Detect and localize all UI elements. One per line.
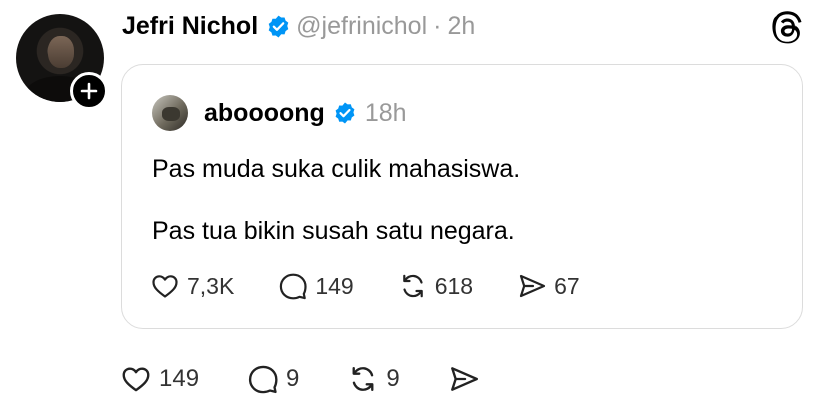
quoted-author-avatar[interactable]: [152, 95, 188, 131]
repost-icon: [402, 274, 423, 298]
quoted-like-button[interactable]: 7,3K: [150, 271, 234, 301]
comment-icon: [280, 273, 307, 300]
like-count: 149: [159, 365, 200, 392]
repost-count: 9: [386, 365, 400, 392]
quoted-post-text-line: Pas tua bikin susah satu negara.: [152, 217, 515, 245]
heart-icon: [152, 275, 178, 298]
quoted-post-card[interactable]: aboooong 18h Pas muda suka culik mahasis…: [121, 64, 803, 329]
author-handle[interactable]: @jefrinichol: [296, 12, 427, 41]
verified-icon: [268, 15, 289, 37]
quoted-post-actions: 7,3K 149 618 67: [150, 269, 624, 303]
quoted-reply-count: 149: [315, 272, 354, 299]
avatar-face: [48, 36, 74, 68]
quoted-share-count: 67: [554, 272, 580, 299]
like-button[interactable]: 149: [120, 363, 199, 395]
share-icon: [519, 274, 546, 298]
plus-icon: [80, 82, 98, 100]
threads-logo-icon[interactable]: [770, 10, 806, 46]
quoted-post-time[interactable]: 18h: [365, 99, 407, 128]
quoted-post-header: aboooong 18h: [152, 95, 407, 131]
quoted-repost-count: 618: [434, 272, 474, 299]
reply-button[interactable]: 9: [247, 363, 299, 395]
meta-separator: ·: [433, 11, 442, 40]
quoted-post-text-line: Pas muda suka culik mahasiswa.: [152, 155, 521, 183]
heart-icon: [122, 367, 150, 392]
repost-icon: [352, 366, 374, 392]
author-name[interactable]: Jefri Nichol: [122, 12, 258, 41]
post-time[interactable]: 2h: [447, 12, 475, 41]
reply-count: 9: [286, 365, 300, 392]
share-button[interactable]: [448, 363, 480, 395]
post-header: Jefri Nichol @jefrinichol · 2h: [122, 8, 475, 44]
verified-icon: [335, 102, 355, 124]
quoted-repost-button[interactable]: 618: [398, 271, 473, 301]
comment-icon: [248, 365, 278, 394]
post-actions: 149 9 9: [120, 361, 528, 397]
quoted-like-count: 7,3K: [187, 272, 235, 299]
quoted-share-button[interactable]: 67: [517, 271, 580, 301]
quoted-reply-button[interactable]: 149: [278, 271, 354, 301]
repost-button[interactable]: 9: [347, 363, 400, 395]
share-icon: [450, 367, 478, 391]
follow-button[interactable]: [70, 72, 108, 110]
quoted-author-name[interactable]: aboooong: [204, 99, 325, 128]
